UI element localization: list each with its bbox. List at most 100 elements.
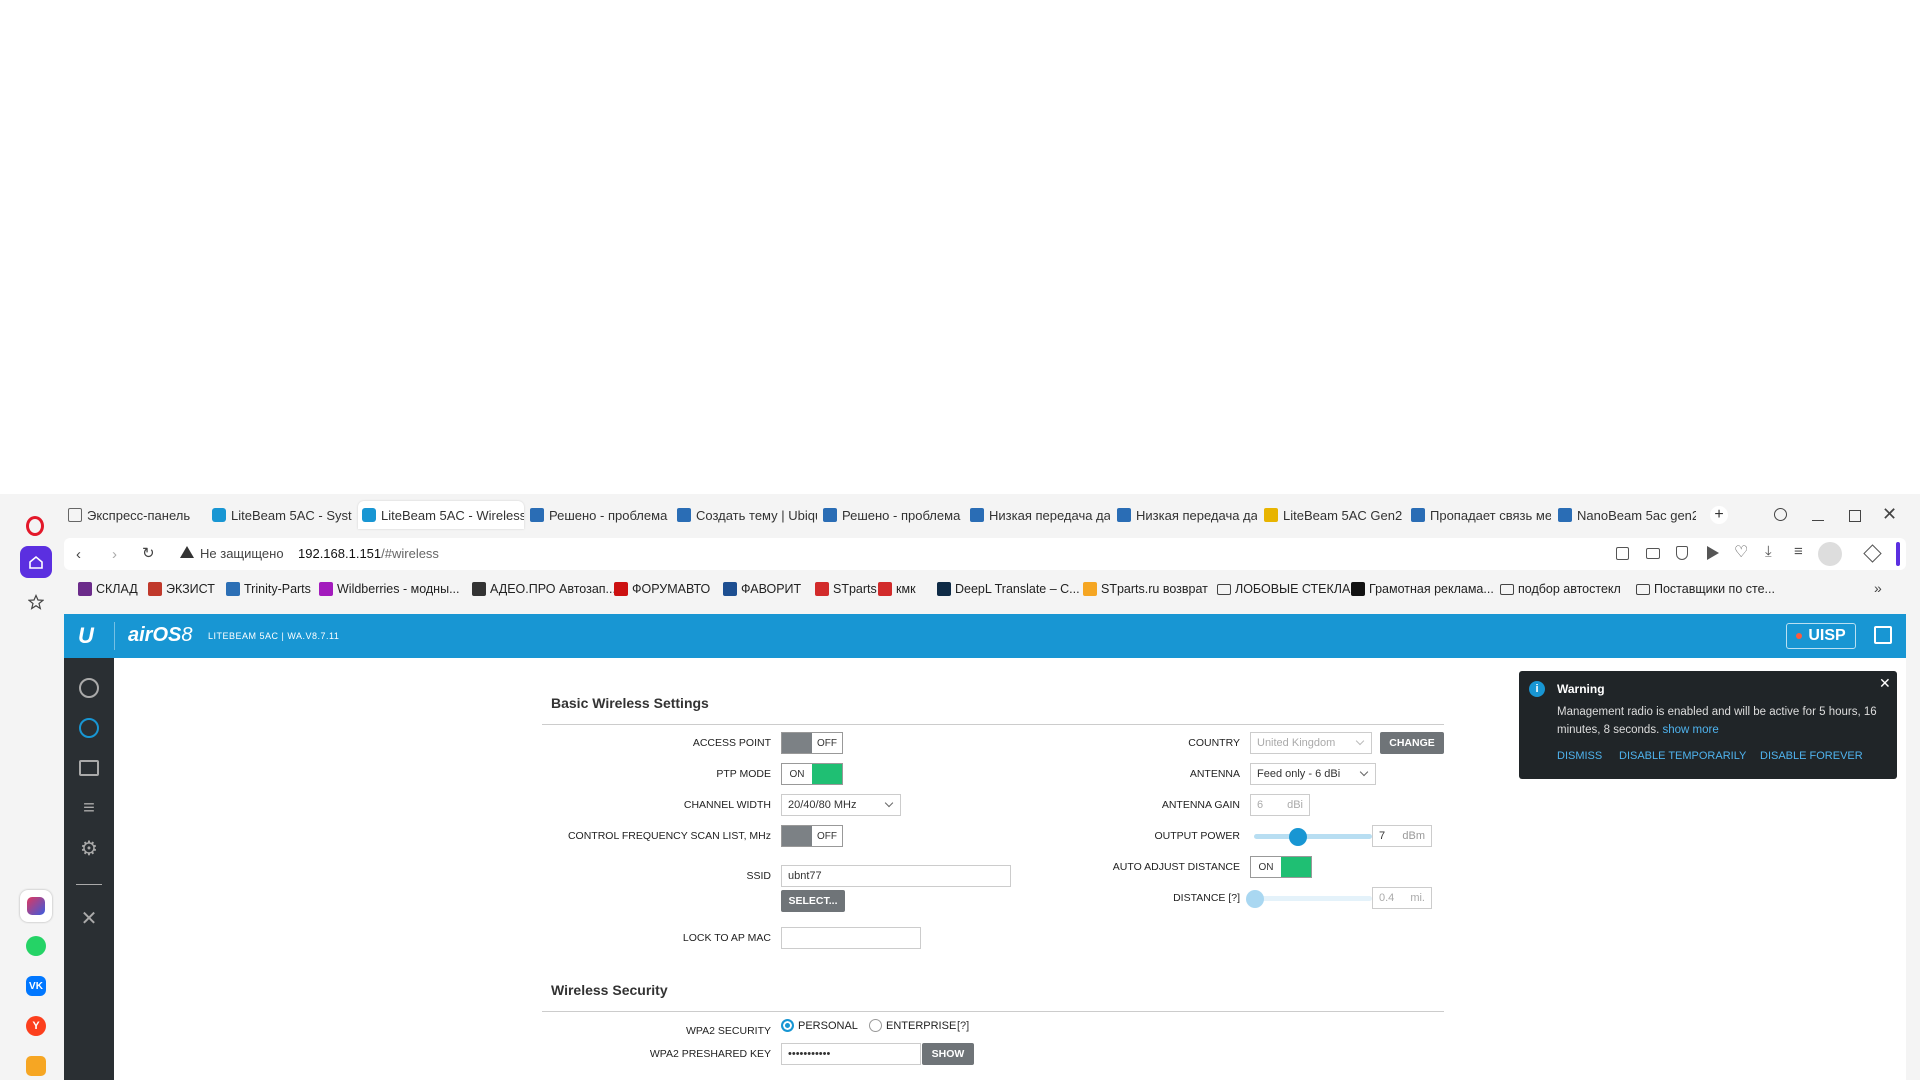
bookmark-item[interactable]: Поставщики по сте...: [1636, 582, 1775, 596]
bookmark-item[interactable]: ЭКЗИСТ: [148, 582, 215, 596]
tab-forum-5[interactable]: Низкая передача дан: [1117, 501, 1257, 529]
new-tab-button[interactable]: +: [1710, 506, 1728, 524]
back-button[interactable]: ‹: [76, 546, 81, 563]
nav-services-icon[interactable]: ≡: [75, 794, 103, 822]
bookmark-item[interactable]: АДЕО.ПРО Автозап...: [472, 582, 616, 596]
bookmark-item[interactable]: СКЛАД: [78, 582, 138, 596]
tab-forum-2[interactable]: Создать тему | Ubiquiti: [677, 501, 817, 529]
bookmark-item[interactable]: подбор автостекл: [1500, 582, 1621, 596]
folder-icon: [1500, 583, 1514, 595]
tab-forum-6[interactable]: Пропадает связь меж: [1411, 501, 1551, 529]
output-power-slider-handle[interactable]: [1289, 828, 1307, 846]
whatsapp-icon[interactable]: [20, 930, 52, 962]
bookmark-item[interactable]: STparts: [815, 582, 877, 596]
section-basic-divider: [542, 724, 1444, 725]
enterprise-radio[interactable]: ENTERPRISE: [869, 1019, 956, 1032]
shield-icon[interactable]: [1676, 546, 1688, 560]
nav-dashboard-icon[interactable]: [75, 674, 103, 702]
ssid-label: SSID: [746, 870, 771, 882]
favicon-icon: [878, 582, 892, 596]
favicon-icon: [472, 582, 486, 596]
nav-network-icon[interactable]: [75, 754, 103, 782]
ubiquiti-logo[interactable]: U: [78, 623, 94, 649]
uisp-button[interactable]: UISP: [1786, 623, 1856, 649]
country-change-button[interactable]: CHANGE: [1380, 732, 1444, 754]
wpa2-key-input[interactable]: •••••••••••: [781, 1043, 921, 1065]
security-help-link[interactable]: [?]: [957, 1020, 969, 1032]
tab-express[interactable]: Экспресс-панель: [68, 501, 204, 529]
show-more-link[interactable]: show more: [1662, 724, 1718, 736]
logout-icon[interactable]: [1874, 626, 1892, 644]
close-window-button[interactable]: ✕: [1882, 505, 1897, 523]
reload-button[interactable]: ↻: [142, 544, 155, 562]
bookmark-item[interactable]: Грамотная реклама...: [1351, 582, 1494, 596]
auto-adjust-distance-label: AUTO ADJUST DISTANCE: [1112, 861, 1240, 873]
bookmarks-overflow-icon[interactable]: »: [1874, 580, 1882, 596]
aria-icon[interactable]: [20, 890, 52, 922]
tab-litebeam-wireless[interactable]: LiteBeam 5AC - Wireless: [358, 501, 524, 529]
bookmark-item[interactable]: ФАВОРИТ: [723, 582, 801, 596]
bookmark-item[interactable]: Trinity-Parts: [226, 582, 311, 596]
url-field[interactable]: 192.168.1.151/#wireless: [298, 546, 439, 561]
bookmark-item[interactable]: кмк: [878, 582, 916, 596]
nav-wireless-icon[interactable]: [75, 714, 103, 742]
ptp-mode-toggle[interactable]: ON: [781, 763, 843, 785]
opera-logo-icon[interactable]: [26, 516, 44, 536]
personal-radio[interactable]: PERSONAL: [781, 1019, 858, 1032]
image-tab-icon: [1264, 508, 1278, 522]
minimize-button[interactable]: [1812, 520, 1824, 521]
menu-icon[interactable]: ≡: [1794, 543, 1803, 560]
disable-temporarily-button[interactable]: DISABLE TEMPORARILY: [1619, 750, 1746, 762]
bookmark-item[interactable]: DeepL Translate – C...: [937, 582, 1080, 596]
wallet-icon[interactable]: [20, 1050, 52, 1082]
heart-icon[interactable]: ♡: [1734, 542, 1748, 562]
forum-tab-icon: [823, 508, 837, 522]
maximize-button[interactable]: [1849, 510, 1861, 522]
home-icon[interactable]: [20, 546, 52, 578]
star-icon[interactable]: [20, 586, 52, 618]
dismiss-button[interactable]: DISMISS: [1557, 750, 1602, 762]
favicon-icon: [815, 582, 829, 596]
extensions-icon[interactable]: [1863, 544, 1882, 563]
antenna-gain-label: ANTENNA GAIN: [1161, 799, 1240, 811]
tab-litebeam-system[interactable]: LiteBeam 5AC - System: [212, 501, 352, 529]
toast-close-button[interactable]: ✕: [1879, 675, 1891, 692]
bookmark-item[interactable]: ФОРУМАВТО: [614, 582, 710, 596]
nav-tools-icon[interactable]: ✕: [75, 904, 103, 932]
antenna-select[interactable]: Feed only - 6 dBi: [1250, 763, 1376, 785]
tab-nanobeam[interactable]: NanoBeam 5ac gen2: [1558, 501, 1696, 529]
access-point-toggle[interactable]: OFF: [781, 732, 843, 754]
forum-tab-icon: [1117, 508, 1131, 522]
ubiquiti-tab-icon: [212, 508, 226, 522]
edit-icon[interactable]: [1616, 547, 1629, 560]
scan-list-toggle[interactable]: OFF: [781, 825, 843, 847]
nav-settings-icon[interactable]: ⚙: [75, 834, 103, 862]
tab-forum-4[interactable]: Низкая передача дан: [970, 501, 1110, 529]
sidebar-toggle[interactable]: [1896, 542, 1900, 566]
bookmark-item[interactable]: ЛОБОВЫЕ СТЕКЛА: [1217, 582, 1350, 596]
output-power-slider[interactable]: [1254, 834, 1372, 839]
tab-search-icon[interactable]: [1774, 508, 1787, 521]
ssid-select-button[interactable]: SELECT...: [781, 890, 845, 912]
download-icon[interactable]: ⤓: [1765, 543, 1772, 560]
section-security-divider: [542, 1011, 1444, 1012]
camera-icon[interactable]: [1646, 548, 1660, 559]
tab-forum-1[interactable]: Решено - проблема с: [530, 501, 670, 529]
auto-adjust-distance-toggle[interactable]: ON: [1250, 856, 1312, 878]
profile-icon[interactable]: [1818, 542, 1842, 566]
tab-forum-3[interactable]: Решено - проблема с: [823, 501, 963, 529]
lock-ap-mac-input[interactable]: [781, 927, 921, 949]
forward-button[interactable]: ›: [112, 546, 117, 563]
bookmark-item[interactable]: Wildberries - модны...: [319, 582, 460, 596]
bookmark-item[interactable]: STparts.ru возврат: [1083, 582, 1208, 596]
send-icon[interactable]: [1707, 546, 1719, 560]
show-key-button[interactable]: SHOW: [922, 1043, 974, 1065]
yandex-icon[interactable]: Y: [20, 1010, 52, 1042]
ssid-input[interactable]: ubnt77: [781, 865, 1011, 887]
channel-width-select[interactable]: 20/40/80 MHz: [781, 794, 901, 816]
vk-icon[interactable]: VK: [20, 970, 52, 1002]
tab-litebeam-gen2[interactable]: LiteBeam 5AC Gen2 п: [1264, 501, 1404, 529]
output-power-input[interactable]: 7 dBm: [1372, 825, 1432, 847]
url-host: 192.168.1.151: [298, 546, 382, 561]
disable-forever-button[interactable]: DISABLE FOREVER: [1760, 750, 1863, 762]
